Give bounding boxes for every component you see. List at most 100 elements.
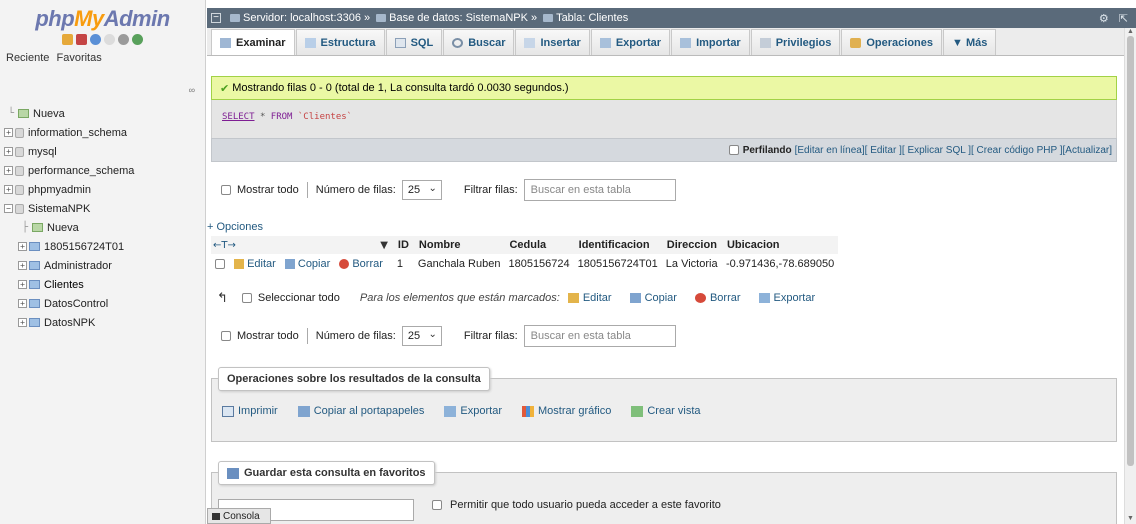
edit-link[interactable]: [ Editar ] [865, 145, 902, 156]
tab-insertar[interactable]: Insertar [515, 29, 590, 55]
column-arrows[interactable]: ←T→ ▼ [211, 236, 393, 254]
edit-inline-link[interactable]: [Editar en línea] [795, 145, 865, 156]
column-ubicacion[interactable]: Ubicacion [722, 236, 838, 254]
tab-privilegios[interactable]: Privilegios [750, 29, 841, 55]
sql-keyword-select[interactable]: SELECT [222, 112, 255, 122]
maximize-icon[interactable]: ⇱ [1119, 12, 1128, 25]
tab-operaciones[interactable]: Operaciones [841, 29, 942, 55]
tree-item-1805156724t01[interactable]: +1805156724T01 [4, 237, 204, 256]
tab-label: Privilegios [775, 36, 832, 49]
page-scrollbar[interactable]: ▲ ▼ [1124, 28, 1136, 524]
copy-clipboard-button[interactable]: Copiar al portapapeles [297, 405, 424, 417]
expand-icon[interactable]: + [4, 147, 13, 156]
tree-item-performance-schema[interactable]: + performance_schema [4, 161, 204, 180]
sort-icon[interactable]: ▼ [380, 240, 388, 251]
tree-item-new-table[interactable]: ├ Nueva [4, 218, 204, 237]
bulk-actions-row: ↰ Seleccionar todo Para los elementos qu… [217, 288, 833, 308]
tab-sql[interactable]: SQL [385, 29, 443, 55]
row-delete-button[interactable]: Borrar [339, 258, 383, 270]
column-cedula[interactable]: Cedula [504, 236, 573, 254]
print-button[interactable]: Imprimir [222, 405, 278, 417]
breadcrumb-server[interactable]: Servidor: localhost:3306 [243, 12, 361, 24]
collapse-sidebar-icon[interactable]: − [211, 13, 221, 23]
column-identificacion[interactable]: Identificacion [574, 236, 662, 254]
docs-icon[interactable] [104, 33, 115, 45]
collapse-icon[interactable]: − [4, 204, 13, 213]
tab-favorites[interactable]: Favoritas [56, 52, 101, 64]
export-button[interactable]: Exportar [444, 405, 502, 417]
tree-item-information-schema[interactable]: + information_schema [4, 123, 204, 142]
show-all-checkbox[interactable] [221, 331, 231, 341]
reload-icon[interactable] [132, 33, 143, 45]
tab-examinar[interactable]: Examinar [211, 29, 295, 55]
arrows-icon[interactable]: ←T→ [213, 240, 236, 251]
link-icon[interactable]: ∞ [189, 85, 195, 95]
bulk-copy-button[interactable]: Copiar [629, 292, 677, 304]
select-all-checkbox[interactable] [241, 293, 252, 303]
tree-item-new[interactable]: └ Nueva [4, 104, 204, 123]
tab-label: Operaciones [866, 36, 933, 49]
settings-gear-icon[interactable]: ⚙ [1099, 12, 1109, 25]
tab-mas[interactable]: ▼ Más [943, 29, 997, 55]
export-icon [444, 405, 457, 417]
create-view-button[interactable]: Crear vista [631, 405, 701, 417]
settings-icon[interactable] [118, 33, 129, 45]
filter-input[interactable]: Buscar en esta tabla [523, 325, 676, 347]
breadcrumb-database[interactable]: Base de datos: SistemaNPK [389, 12, 528, 24]
column-id[interactable]: ID [393, 236, 414, 254]
print-label: Imprimir [238, 405, 278, 417]
breadcrumb-table[interactable]: Tabla: Clientes [556, 12, 628, 24]
row-copy-button[interactable]: Copiar [284, 258, 330, 270]
expand-icon[interactable]: + [18, 318, 27, 327]
tree-item-sistemanpk[interactable]: − SistemaNPK [4, 199, 204, 218]
filter-input[interactable]: Buscar en esta tabla [523, 179, 676, 201]
column-nombre[interactable]: Nombre [414, 236, 505, 254]
scroll-up-icon[interactable]: ▲ [1127, 28, 1134, 35]
row-checkbox[interactable] [215, 259, 225, 270]
scroll-down-icon[interactable]: ▼ [1127, 515, 1134, 522]
bookmark-permit-checkbox[interactable] [432, 500, 442, 510]
tab-exportar[interactable]: Exportar [590, 29, 671, 55]
help-icon[interactable] [90, 33, 101, 45]
tree-item-datosnpk[interactable]: + DatosNPK [4, 313, 204, 332]
logout-icon[interactable] [76, 33, 87, 45]
tab-estructura[interactable]: Estructura [295, 29, 385, 55]
tree-item-clientes[interactable]: + Clientes [4, 275, 204, 294]
bulk-export-button[interactable]: Exportar [758, 292, 815, 304]
create-php-code-link[interactable]: [ Crear código PHP ] [971, 145, 1063, 156]
tree-item-phpmyadmin[interactable]: + phpmyadmin [4, 180, 204, 199]
tree-item-mysql[interactable]: + mysql [4, 142, 204, 161]
bulk-delete-label: Borrar [709, 292, 741, 304]
show-chart-button[interactable]: Mostrar gráfico [521, 405, 611, 417]
tab-importar[interactable]: Importar [671, 29, 750, 55]
expand-icon[interactable]: + [4, 128, 13, 137]
tree-item-datoscontrol[interactable]: + DatosControl [4, 294, 204, 313]
tree-item-administrador[interactable]: + Administrador [4, 256, 204, 275]
rows-select[interactable]: 25 ⌄ [401, 326, 442, 346]
tab-buscar[interactable]: Buscar [443, 29, 515, 55]
refresh-link[interactable]: [Actualizar] [1063, 145, 1112, 156]
column-direccion[interactable]: Direccion [662, 236, 722, 254]
profiling-checkbox[interactable] [728, 145, 739, 155]
phpmyadmin-logo[interactable]: phpMyAdmin [0, 0, 205, 31]
expand-icon[interactable]: + [18, 280, 27, 289]
expand-icon[interactable]: + [18, 242, 27, 251]
expand-icon[interactable]: + [4, 185, 13, 194]
home-icon[interactable] [62, 33, 73, 45]
edit-label: Editar [247, 258, 276, 270]
expand-icon[interactable]: + [18, 261, 27, 270]
rows-select[interactable]: 25 ⌄ [401, 180, 442, 200]
bulk-delete-button[interactable]: Borrar [694, 292, 741, 304]
select-all-label[interactable]: Seleccionar todo [258, 292, 340, 304]
scrollbar-thumb[interactable] [1127, 36, 1134, 466]
row-edit-button[interactable]: Editar [234, 258, 276, 270]
console-tab[interactable]: Consola [207, 508, 271, 524]
expand-icon[interactable]: + [4, 166, 13, 175]
tab-recent[interactable]: Reciente [6, 52, 49, 64]
explain-sql-link[interactable]: [ Explicar SQL ] [902, 145, 971, 156]
expand-icon[interactable]: + [18, 299, 27, 308]
bulk-edit-button[interactable]: Editar [567, 292, 612, 304]
options-link[interactable]: + Opciones [207, 221, 263, 233]
show-all-checkbox[interactable] [221, 185, 231, 195]
sql-query-box[interactable]: SELECT * FROM `Clientes` [211, 100, 1117, 138]
